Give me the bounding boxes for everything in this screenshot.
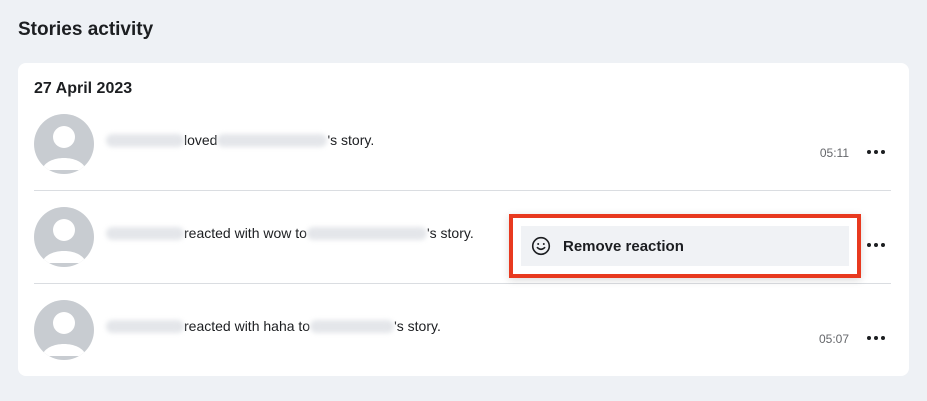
smiley-icon xyxy=(531,236,551,256)
page-title: Stories activity xyxy=(18,19,154,40)
more-dots-icon xyxy=(867,150,871,154)
activity-text: reacted with wow to 's story. xyxy=(106,225,474,241)
blurred-name[interactable] xyxy=(106,133,184,147)
blurred-name[interactable] xyxy=(217,133,328,147)
blurred-name[interactable] xyxy=(106,319,184,333)
context-menu: Remove reaction xyxy=(509,214,861,278)
more-dots-icon xyxy=(867,336,871,340)
blurred-name[interactable] xyxy=(106,226,184,240)
activity-text: loved 's story. xyxy=(106,132,374,148)
activity-text: reacted with haha to 's story. xyxy=(106,318,441,334)
activity-verb: reacted with haha to xyxy=(184,318,311,334)
more-dots-icon xyxy=(867,243,871,247)
more-dots-icon xyxy=(874,243,878,247)
default-avatar-icon xyxy=(42,126,86,170)
more-options-button[interactable] xyxy=(861,324,891,352)
activity-suffix: 's story. xyxy=(394,318,441,334)
activity-verb: reacted with wow to xyxy=(184,225,307,241)
list-item: reacted with haha to 's story. 05:07 xyxy=(34,296,891,386)
timestamp: 05:11 xyxy=(819,146,849,160)
blurred-name[interactable] xyxy=(310,319,395,333)
avatar[interactable] xyxy=(34,114,94,174)
more-dots-icon xyxy=(874,336,878,340)
more-options-button[interactable] xyxy=(861,231,891,259)
blurred-name[interactable] xyxy=(306,226,427,240)
divider xyxy=(34,283,891,284)
divider xyxy=(34,190,891,191)
more-dots-icon xyxy=(881,243,885,247)
more-options-button[interactable] xyxy=(861,138,891,166)
default-avatar-icon xyxy=(42,219,86,263)
list-item: loved 's story. 05:11 xyxy=(34,110,891,200)
activity-verb: loved xyxy=(184,132,218,148)
remove-reaction-label: Remove reaction xyxy=(563,237,684,255)
more-dots-icon xyxy=(881,150,885,154)
default-avatar-icon xyxy=(42,312,86,356)
date-heading: 27 April 2023 xyxy=(34,80,133,97)
more-dots-icon xyxy=(881,336,885,340)
remove-reaction-menu-item[interactable]: Remove reaction xyxy=(521,226,849,266)
timestamp: 05:07 xyxy=(818,332,849,346)
avatar[interactable] xyxy=(34,207,94,267)
more-dots-icon xyxy=(874,150,878,154)
activity-suffix: 's story. xyxy=(426,225,474,241)
avatar[interactable] xyxy=(34,300,94,360)
activity-suffix: 's story. xyxy=(327,132,375,148)
